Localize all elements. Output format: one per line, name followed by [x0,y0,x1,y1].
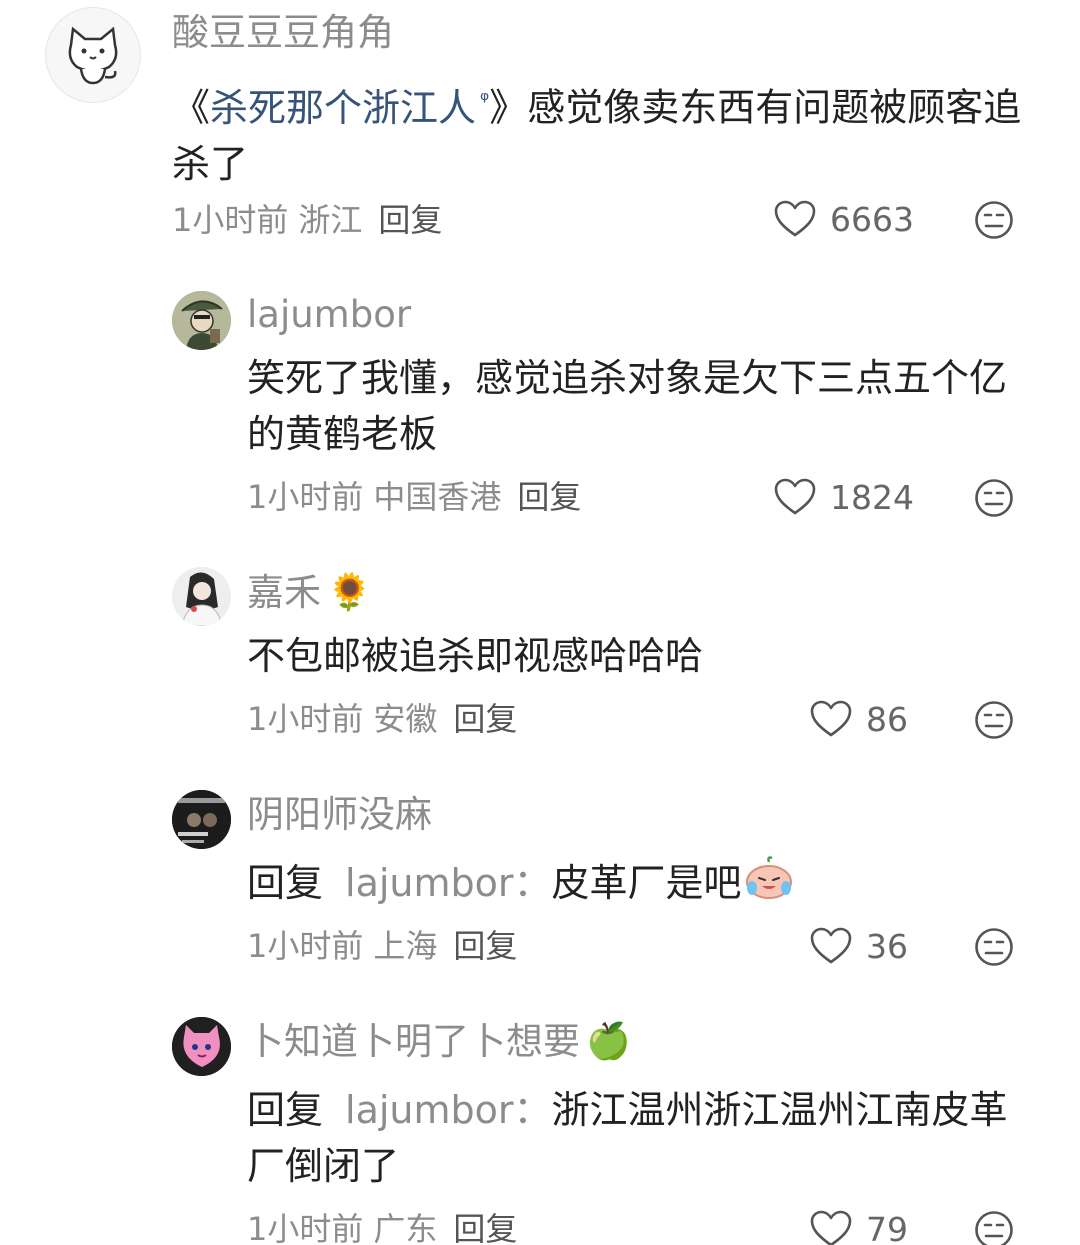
search-icon: ᵠ [480,88,490,113]
dislike-button[interactable] [974,478,1014,518]
meh-face-icon [975,928,1013,966]
avatar[interactable] [172,567,231,626]
comment-username[interactable]: 酸豆豆豆角角 [172,14,394,51]
pink-creature-avatar-icon [172,1017,231,1076]
reply-button[interactable]: 回复 [453,927,517,965]
like-count: 6663 [830,199,914,239]
comment-time: 1小时前 [247,1210,364,1245]
meh-face-icon [975,1211,1013,1245]
like-count: 79 [866,1209,908,1245]
reply-button[interactable]: 回复 [453,700,517,738]
heart-outline-icon [810,1210,852,1245]
comment-body: 回复 lajumbor：皮革厂是吧 [247,855,1080,915]
green-apple-icon: 🍏 [586,1020,631,1062]
reply-button[interactable]: 回复 [517,478,581,516]
reply-button[interactable]: 回复 [378,201,442,239]
heart-outline-icon [810,700,852,737]
like-count: 86 [866,699,908,739]
meh-face-icon [975,479,1013,517]
like-button[interactable]: 6663 [774,200,914,238]
heart-outline-icon [810,927,852,964]
comment-location: 浙江 [298,201,363,239]
comment-body: 笑死了我懂，感觉追杀对象是欠下三点五个亿的黄鹤老板 [247,356,1008,456]
reply-target-user[interactable]: lajumbor： [345,1088,552,1132]
comment-meta: 1小时前 浙江 回复 [172,204,442,236]
reply-prefix: 回复 [247,861,324,905]
comment-location: 广东 [373,1210,438,1245]
reply-prefix: 回复 [247,1088,324,1132]
dislike-button[interactable] [974,1210,1014,1245]
sunflower-icon: 🌻 [327,571,372,613]
meh-face-icon [975,201,1013,239]
meme-avatar-icon [172,790,231,849]
avatar[interactable] [172,790,231,849]
dislike-button[interactable] [974,700,1014,740]
search-keyword-link[interactable]: 杀死那个浙江人 ᵠ [210,86,489,130]
like-button[interactable]: 36 [810,927,908,965]
comment-location: 上海 [373,927,438,965]
comment-username[interactable]: 嘉禾 🌻 [247,574,372,611]
comment-time: 1小时前 [247,927,364,965]
reply-button[interactable]: 回复 [453,1210,517,1245]
heart-outline-icon [774,200,816,237]
like-count: 36 [866,926,908,966]
comment-body: 《杀死那个浙江人 ᵠ》感觉像卖东西有问题被顾客追杀了 [172,73,1022,192]
cat-avatar-icon [68,26,118,85]
avatar[interactable] [45,7,141,103]
like-button[interactable]: 86 [810,700,908,738]
dislike-button[interactable] [974,200,1014,240]
comment-meta: 1小时前 上海 回复 [247,930,517,962]
reply-target-user[interactable]: lajumbor： [345,861,552,905]
comment-location: 安徽 [373,700,438,738]
like-count: 1824 [830,477,914,517]
dislike-button[interactable] [974,927,1014,967]
like-button[interactable]: 1824 [774,478,914,516]
comment-location: 中国香港 [373,478,502,516]
comment-meta: 1小时前 广东 回复 [247,1213,517,1245]
comment-username[interactable]: lajumbor [247,296,411,333]
comment-time: 1小时前 [247,478,364,516]
avatar[interactable] [172,1017,231,1076]
comment-meta: 1小时前 中国香港 回复 [247,481,581,513]
portrait-avatar-icon [172,291,231,350]
meh-face-icon [975,701,1013,739]
comment-body: 不包邮被追杀即视感哈哈哈 [247,634,704,678]
like-button[interactable]: 79 [810,1210,908,1245]
avatar[interactable] [172,291,231,350]
comment-meta: 1小时前 安徽 回复 [247,703,517,735]
crying-laugh-sticker-icon [744,856,794,915]
comment-time: 1小时前 [247,700,364,738]
comment-username[interactable]: 卜知道卜明了卜想要 🍏 [247,1023,631,1060]
comment-list: 酸豆豆豆角角 《杀死那个浙江人 ᵠ》感觉像卖东西有问题被顾客追杀了 1小时前 浙江回… [0,0,1080,1245]
comment-time: 1小时前 [172,201,289,239]
comment-username[interactable]: 阴阳师没麻 [247,796,432,833]
portrait-avatar-icon [172,567,231,626]
heart-outline-icon [774,478,816,515]
comment-body: 回复 lajumbor：浙江温州浙江温州江南皮革厂倒闭了 [247,1088,1008,1188]
